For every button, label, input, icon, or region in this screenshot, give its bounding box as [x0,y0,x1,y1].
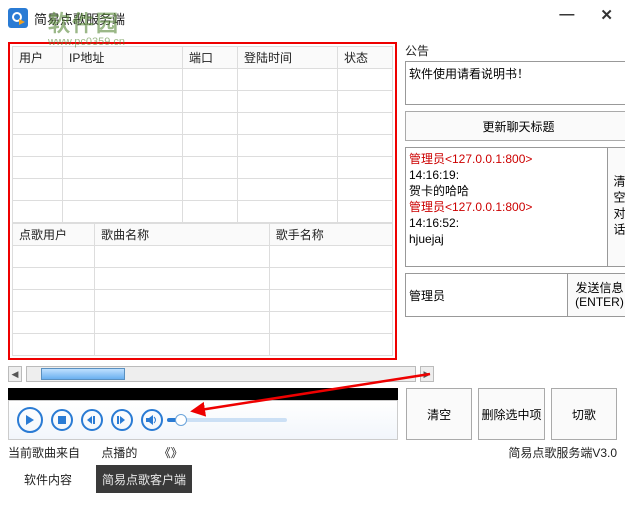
table-row[interactable] [13,91,393,113]
chat-log[interactable]: 管理员<127.0.0.1:800>14:16:19:贺卡的哈哈管理员<127.… [405,147,608,267]
close-button[interactable]: ✕ [594,4,619,26]
send-button[interactable]: 发送信息 (ENTER) [568,273,625,317]
remove-selected-button[interactable]: 删除选中项 [478,388,544,440]
horizontal-scrollbar[interactable]: ◀ ▶ [8,366,617,382]
table-row[interactable] [13,69,393,91]
table-row[interactable] [13,312,393,334]
window-title: 简易点歌服务端 [34,9,125,28]
prev-button[interactable] [81,409,103,431]
status-bar: 当前歌曲来自 点播的 《》 简易点歌服务端V3.0 [8,444,617,461]
right-panel: 公告 更新聊天标题 管理员<127.0.0.1:800>14:16:19:贺卡的… [405,42,625,360]
scroll-left-icon[interactable]: ◀ [8,366,22,382]
dj-value: 《》 [159,446,183,460]
next-song-button[interactable]: 切歌 [551,388,617,440]
volume-icon[interactable] [141,409,163,431]
table-row[interactable] [13,268,393,290]
bottom-tabs: 软件内容 简易点歌客户端 [0,465,625,493]
table-row[interactable] [13,201,393,223]
tab-client[interactable]: 简易点歌客户端 [96,465,192,493]
media-player [8,388,398,440]
table-row[interactable] [13,157,393,179]
left-panel: 用户 IP地址 端口 登陆时间 状态 点歌用户 歌曲名称 歌手名称 [8,42,397,360]
col-user[interactable]: 用户 [13,47,63,69]
table-row[interactable] [13,135,393,157]
player-visualization [8,388,398,400]
table-row[interactable] [13,113,393,135]
now-playing-from: 当前歌曲来自 [8,446,80,460]
scroll-thumb[interactable] [41,368,125,380]
col-ip[interactable]: IP地址 [63,47,183,69]
dj-label: 点播的 [101,446,137,460]
col-port[interactable]: 端口 [183,47,238,69]
scroll-right-icon[interactable]: ▶ [420,366,434,382]
scroll-track[interactable] [26,366,416,382]
version-label: 简易点歌服务端V3.0 [508,444,617,461]
col-requester[interactable]: 点歌用户 [13,224,95,246]
table-row[interactable] [13,246,393,268]
chat-input[interactable] [405,273,568,317]
col-status[interactable]: 状态 [338,47,393,69]
clear-chat-button[interactable]: 清空对话 [608,147,625,267]
clear-button[interactable]: 清空 [406,388,472,440]
stop-button[interactable] [51,409,73,431]
notice-textarea[interactable] [405,61,625,105]
title-bar: 简易点歌服务端 — ✕ [0,0,625,36]
col-songname[interactable]: 歌曲名称 [95,224,270,246]
col-singer[interactable]: 歌手名称 [269,224,392,246]
minimize-button[interactable]: — [553,4,580,26]
notice-label: 公告 [405,42,625,59]
table-row[interactable] [13,290,393,312]
table-row[interactable] [13,179,393,201]
update-title-button[interactable]: 更新聊天标题 [405,111,625,141]
play-button[interactable] [17,407,43,433]
volume-slider[interactable] [167,418,287,422]
clients-table[interactable]: 用户 IP地址 端口 登陆时间 状态 [12,46,393,223]
tab-content[interactable]: 软件内容 [0,465,96,493]
app-icon [8,8,28,28]
next-button[interactable] [111,409,133,431]
col-logintime[interactable]: 登陆时间 [238,47,338,69]
table-row[interactable] [13,334,393,356]
queue-table[interactable]: 点歌用户 歌曲名称 歌手名称 [12,223,393,356]
